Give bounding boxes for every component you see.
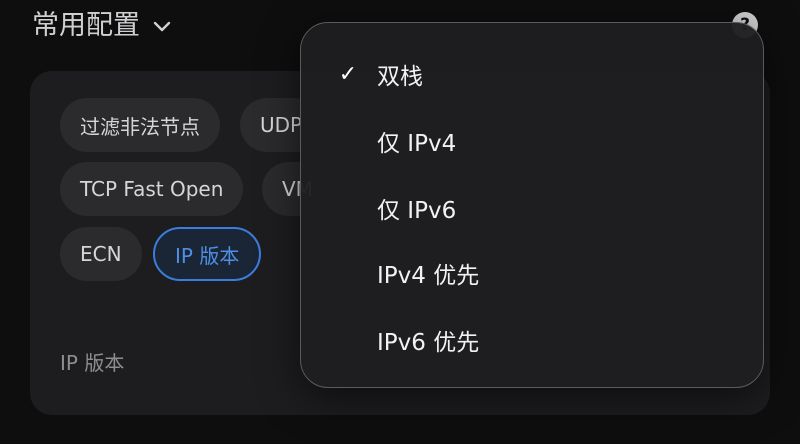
checkmark-icon: ✓ <box>338 61 358 87</box>
section-header-toggle[interactable]: 常用配置 <box>32 8 174 44</box>
chip-filter-invalid-nodes[interactable]: 过滤非法节点 <box>60 98 220 152</box>
menu-item-ipv6-only[interactable]: 仅 IPv6 <box>301 175 763 241</box>
chip-ip-version[interactable]: IP 版本 <box>153 227 262 281</box>
settings-page: 常用配置 ? 过滤非法节点 UDP TCP Fast Open VM ECN I… <box>0 0 800 444</box>
section-title: 常用配置 <box>32 10 140 41</box>
menu-item-ipv6-preferred[interactable]: IPv6 优先 <box>301 307 763 373</box>
ip-version-label: IP 版本 <box>60 351 125 375</box>
chip-tcp-fast-open[interactable]: TCP Fast Open <box>60 162 244 216</box>
chevron-down-icon <box>153 21 171 32</box>
chip-ecn[interactable]: ECN <box>60 227 142 281</box>
menu-item-ipv4-only[interactable]: 仅 IPv4 <box>301 108 763 174</box>
ip-version-dropdown-menu: ✓ 双栈 仅 IPv4 仅 IPv6 IPv4 优先 IPv6 优先 <box>300 22 764 388</box>
menu-item-dual-stack[interactable]: ✓ 双栈 <box>301 41 763 107</box>
menu-item-ipv4-preferred[interactable]: IPv4 优先 <box>301 240 763 306</box>
